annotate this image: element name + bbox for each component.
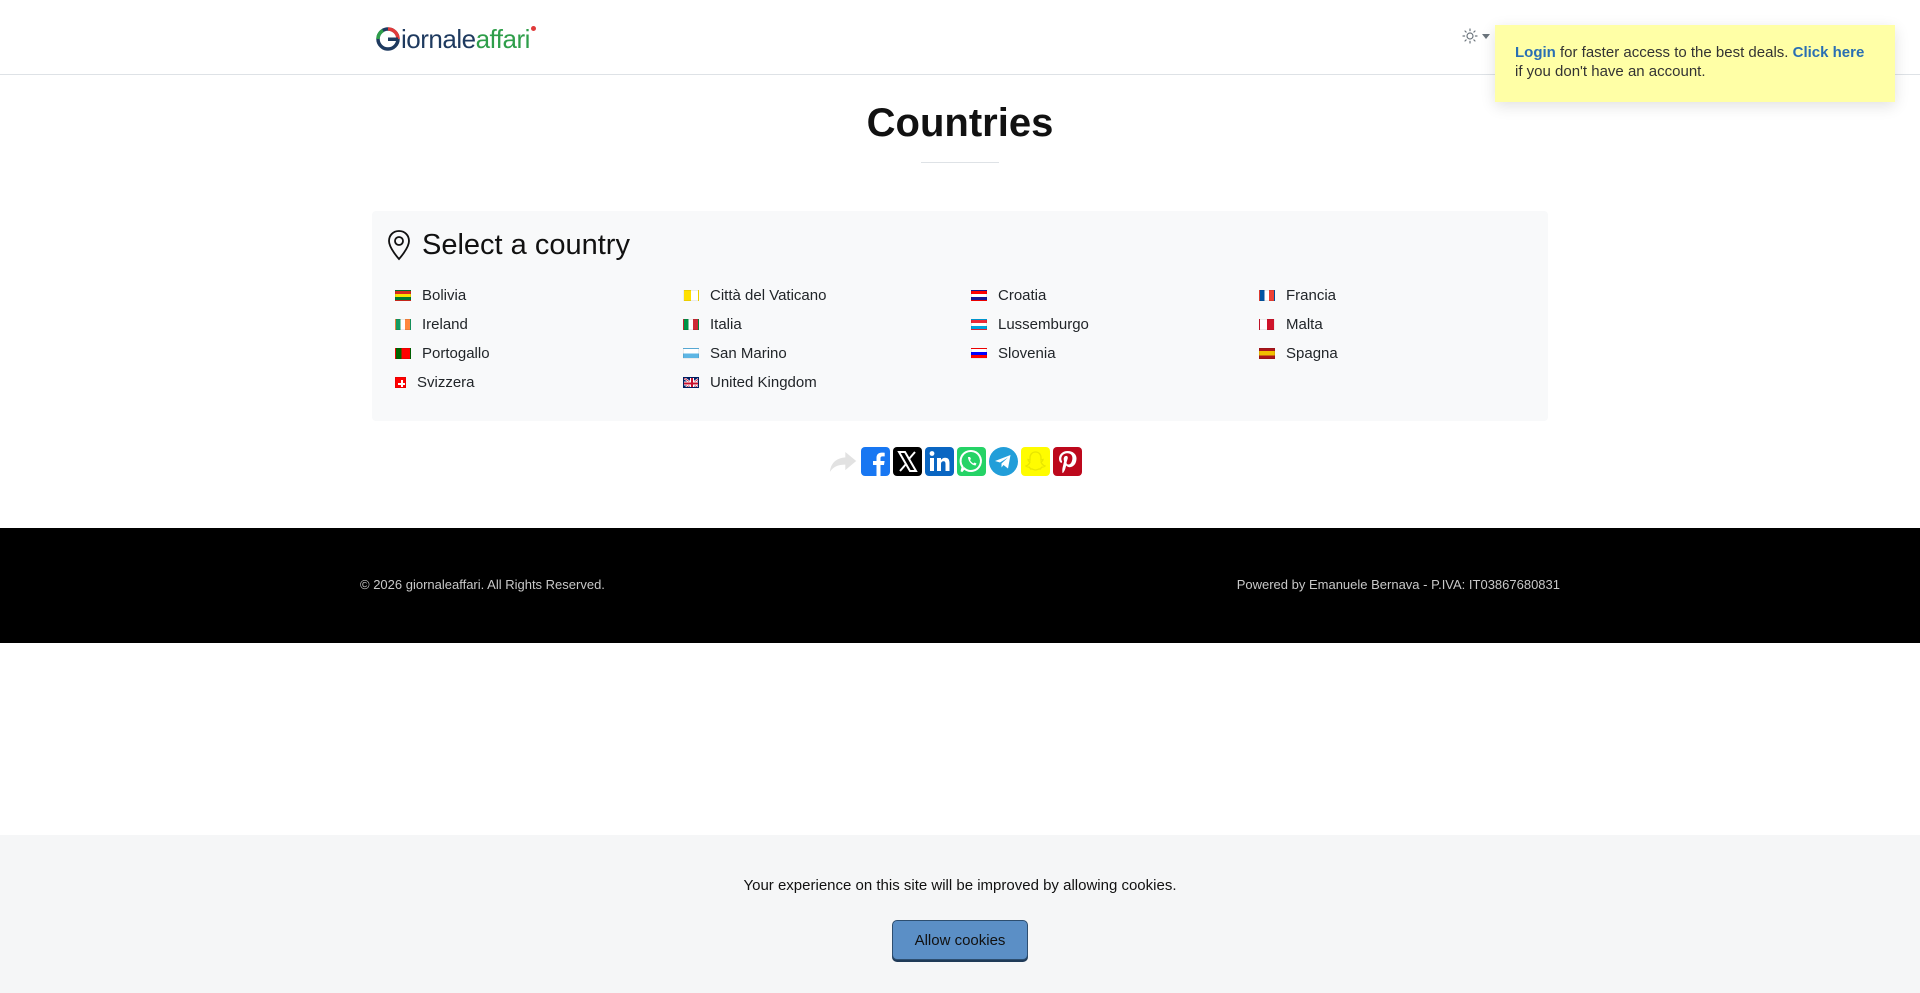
country-link-portugal[interactable]: Portogallo bbox=[395, 343, 683, 364]
telegram-share-button[interactable] bbox=[989, 446, 1018, 476]
flag-vatican-icon bbox=[683, 290, 699, 301]
country-name: Portogallo bbox=[422, 345, 490, 362]
logo-g-icon bbox=[376, 27, 400, 51]
chevron-down-icon bbox=[1482, 33, 1490, 39]
flag-bolivia-icon bbox=[395, 290, 411, 301]
telegram-icon bbox=[995, 454, 1011, 468]
toast-text-2: if you don't have an account. bbox=[1515, 63, 1706, 80]
country-link-malta[interactable]: Malta bbox=[1259, 314, 1547, 335]
flag-switzerland-icon bbox=[395, 377, 406, 388]
country-name: Slovenia bbox=[998, 345, 1056, 362]
flag-luxembourg-icon bbox=[971, 319, 987, 330]
country-name: Spagna bbox=[1286, 345, 1338, 362]
country-grid: Bolivia Città del Vaticano Croatia Franc… bbox=[395, 285, 1545, 393]
logo-wordmark: iornaleaffari bbox=[401, 24, 536, 54]
country-name: United Kingdom bbox=[710, 374, 817, 391]
flag-malta-icon bbox=[1259, 319, 1275, 330]
signup-link[interactable]: Click here bbox=[1793, 44, 1865, 61]
country-name: Svizzera bbox=[417, 374, 475, 391]
country-name: San Marino bbox=[710, 345, 787, 362]
country-link-spain[interactable]: Spagna bbox=[1259, 343, 1547, 364]
flag-san-marino-icon bbox=[683, 348, 699, 359]
facebook-icon bbox=[873, 452, 885, 476]
pinterest-share-button[interactable] bbox=[1053, 446, 1082, 476]
country-link-france[interactable]: Francia bbox=[1259, 285, 1547, 306]
country-link-san-marino[interactable]: San Marino bbox=[683, 343, 971, 364]
country-link-switzerland[interactable]: Svizzera bbox=[395, 372, 683, 393]
page-title: Countries bbox=[866, 101, 1054, 145]
flag-croatia-icon bbox=[971, 290, 987, 301]
map-pin-icon bbox=[388, 230, 410, 261]
country-card: Select a country Bolivia Città del Vatic… bbox=[372, 211, 1548, 421]
whatsapp-share-button[interactable] bbox=[957, 446, 986, 476]
card-header: Select a country bbox=[386, 227, 630, 263]
country-name: Malta bbox=[1286, 316, 1323, 333]
country-name: Lussemburgo bbox=[998, 316, 1089, 333]
flag-ireland-icon bbox=[395, 319, 411, 330]
facebook-share-button[interactable] bbox=[861, 446, 890, 476]
site-logo[interactable]: iornaleaffari bbox=[375, 22, 536, 56]
country-link-croatia[interactable]: Croatia bbox=[971, 285, 1259, 306]
pinterest-icon bbox=[1059, 450, 1077, 473]
flag-slovenia-icon bbox=[971, 348, 987, 359]
x-share-button[interactable] bbox=[893, 446, 922, 476]
login-link[interactable]: Login bbox=[1515, 44, 1556, 61]
country-link-luxembourg[interactable]: Lussemburgo bbox=[971, 314, 1259, 335]
flag-uk-icon bbox=[683, 377, 699, 388]
title-divider bbox=[921, 162, 999, 163]
allow-cookies-button[interactable]: Allow cookies bbox=[892, 920, 1028, 960]
country-name: Francia bbox=[1286, 287, 1337, 304]
cookie-message: Your experience on this site will be imp… bbox=[743, 877, 1177, 894]
country-name: Italia bbox=[710, 316, 742, 333]
logo-dot bbox=[530, 26, 536, 31]
login-toast: Login for faster access to the best deal… bbox=[1495, 25, 1895, 102]
toast-text-1: for faster access to the best deals. bbox=[1555, 44, 1793, 61]
footer-copyright: © 2026 giornaleaffari. All Rights Reserv… bbox=[360, 577, 605, 592]
share-bar bbox=[829, 445, 1082, 477]
flag-spain-icon bbox=[1259, 348, 1275, 359]
country-name: Croatia bbox=[998, 287, 1047, 304]
x-icon bbox=[897, 450, 918, 472]
country-link-vatican[interactable]: Città del Vaticano bbox=[683, 285, 971, 306]
linkedin-icon bbox=[929, 450, 950, 471]
cookie-banner: Your experience on this site will be imp… bbox=[0, 835, 1920, 993]
country-name: Bolivia bbox=[422, 287, 467, 304]
snapchat-icon bbox=[1024, 450, 1047, 471]
country-link-uk[interactable]: United Kingdom bbox=[683, 372, 971, 393]
country-link-bolivia[interactable]: Bolivia bbox=[395, 285, 683, 306]
footer-powered-by: Powered by Emanuele Bernava - P.IVA: IT0… bbox=[1236, 577, 1560, 592]
country-link-slovenia[interactable]: Slovenia bbox=[971, 343, 1259, 364]
share-icon bbox=[829, 451, 857, 472]
country-link-ireland[interactable]: Ireland bbox=[395, 314, 683, 335]
site-footer: © 2026 giornaleaffari. All Rights Reserv… bbox=[0, 528, 1920, 643]
snapchat-share-button[interactable] bbox=[1021, 446, 1050, 476]
sun-icon bbox=[1462, 28, 1478, 44]
flag-italy-icon bbox=[683, 319, 699, 330]
country-name: Ireland bbox=[422, 316, 468, 333]
share-button[interactable] bbox=[829, 447, 858, 476]
whatsapp-icon bbox=[959, 449, 982, 472]
card-title: Select a country bbox=[422, 229, 630, 261]
country-name: Città del Vaticano bbox=[710, 287, 827, 304]
theme-toggle-button[interactable] bbox=[1462, 26, 1496, 46]
flag-france-icon bbox=[1259, 290, 1275, 301]
linkedin-share-button[interactable] bbox=[925, 446, 954, 476]
flag-portugal-icon bbox=[395, 348, 411, 359]
country-link-italy[interactable]: Italia bbox=[683, 314, 971, 335]
